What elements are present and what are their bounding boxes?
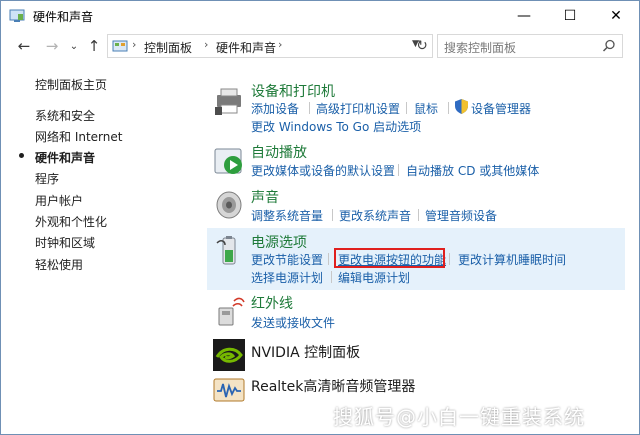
hardware-sound-icon xyxy=(9,9,25,22)
link-change-media-defaults[interactable]: 更改媒体或设备的默认设置 xyxy=(251,162,395,179)
category-nvidia: NVIDIA 控制面板 xyxy=(207,338,625,372)
link-separator xyxy=(406,102,407,114)
category-title-realtek[interactable]: Realtek高清晰音频管理器 xyxy=(251,376,415,396)
address-row: ← → ⌄ ↑ › 控制面板 › 硬件和声音 › ▼ ↻ 搜索控制面板 xyxy=(1,31,639,61)
breadcrumb-separator: › xyxy=(204,38,209,51)
left-nav-ease-of-access[interactable]: 轻松使用 xyxy=(35,256,83,273)
search-box[interactable]: 搜索控制面板 xyxy=(437,34,623,58)
infrared-icon xyxy=(218,297,245,326)
left-nav-network[interactable]: 网络和 Internet xyxy=(35,128,122,145)
link-manage-audio-devices[interactable]: 管理音频设备 xyxy=(425,207,497,224)
link-separator xyxy=(331,271,332,283)
breadcrumb-hardware-sound[interactable]: 硬件和声音 xyxy=(216,39,276,56)
breadcrumb-separator: › xyxy=(278,38,283,51)
link-add-device[interactable]: 添加设备 xyxy=(251,100,299,117)
link-choose-power-plan[interactable]: 选择电源计划 xyxy=(251,269,323,286)
left-nav-clock-region[interactable]: 时钟和区域 xyxy=(35,234,95,251)
battery-icon xyxy=(216,236,236,265)
breadcrumb-control-panel[interactable]: 控制面板 xyxy=(144,39,192,56)
link-device-manager[interactable]: 设备管理器 xyxy=(471,100,531,117)
uac-shield-icon xyxy=(455,99,468,114)
forward-button[interactable]: → xyxy=(41,35,63,57)
left-navigation: 控制面板主页 系统和安全 网络和 Internet 硬件和声音 程序 用户帐户 … xyxy=(1,61,201,434)
title-bar[interactable]: 硬件和声音 — ☐ ✕ xyxy=(1,1,639,31)
category-title-autoplay[interactable]: 自动播放 xyxy=(251,142,307,162)
category-title-sound[interactable]: 声音 xyxy=(251,187,279,207)
annotation-highlight-box xyxy=(334,248,445,268)
link-separator xyxy=(332,209,333,221)
left-nav-home[interactable]: 控制面板主页 xyxy=(35,76,107,93)
category-title-infrared[interactable]: 红外线 xyxy=(251,293,293,313)
left-nav-user-accounts[interactable]: 用户帐户 xyxy=(35,192,83,209)
search-icon xyxy=(602,39,615,52)
minimize-button[interactable]: — xyxy=(501,1,547,31)
link-separator xyxy=(398,164,399,176)
link-autoplay-cd[interactable]: 自动播放 CD 或其他媒体 xyxy=(406,162,539,179)
category-title-devices[interactable]: 设备和打印机 xyxy=(251,81,335,101)
active-indicator xyxy=(19,153,24,158)
link-change-power-saving[interactable]: 更改节能设置 xyxy=(251,251,323,268)
link-separator xyxy=(449,253,450,265)
breadcrumb-separator: › xyxy=(132,38,137,51)
recent-locations-button[interactable]: ⌄ xyxy=(63,35,85,57)
speaker-icon xyxy=(216,191,242,219)
realtek-icon xyxy=(213,378,245,402)
link-separator xyxy=(418,209,419,221)
link-separator xyxy=(309,102,310,114)
link-change-system-sounds[interactable]: 更改系统声音 xyxy=(339,207,411,224)
link-separator xyxy=(448,102,449,114)
left-nav-hardware-sound[interactable]: 硬件和声音 xyxy=(35,149,95,166)
autoplay-icon xyxy=(214,148,242,174)
printer-icon xyxy=(215,88,241,115)
category-infrared: 红外线 发送或接收文件 xyxy=(207,293,625,333)
back-button[interactable]: ← xyxy=(13,35,35,57)
link-advanced-printer[interactable]: 高级打印机设置 xyxy=(316,100,400,117)
category-devices-printers: 设备和打印机 添加设备 高级打印机设置 鼠标 设备管理器 更改 Windows … xyxy=(207,77,625,135)
link-send-receive-files[interactable]: 发送或接收文件 xyxy=(251,314,335,331)
control-panel-window: 硬件和声音 — ☐ ✕ ← → ⌄ ↑ › 控制面板 › 硬件和声音 › ▼ ↻… xyxy=(0,0,640,435)
search-input[interactable]: 搜索控制面板 xyxy=(444,39,516,56)
category-autoplay: 自动播放 更改媒体或设备的默认设置 自动播放 CD 或其他媒体 xyxy=(207,139,625,181)
nvidia-icon xyxy=(213,339,245,371)
close-button[interactable]: ✕ xyxy=(593,1,639,31)
category-sound: 声音 调整系统音量 更改系统声音 管理音频设备 xyxy=(207,184,625,226)
maximize-button[interactable]: ☐ xyxy=(547,1,593,31)
category-title-nvidia[interactable]: NVIDIA 控制面板 xyxy=(251,342,360,362)
left-nav-system-security[interactable]: 系统和安全 xyxy=(35,107,95,124)
link-windows-to-go[interactable]: 更改 Windows To Go 启动选项 xyxy=(251,118,421,135)
link-edit-power-plan[interactable]: 编辑电源计划 xyxy=(338,269,410,286)
link-separator xyxy=(328,253,329,265)
address-bar[interactable]: › 控制面板 › 硬件和声音 › ▼ xyxy=(107,34,433,58)
up-button[interactable]: ↑ xyxy=(83,35,105,57)
left-nav-programs[interactable]: 程序 xyxy=(35,170,59,187)
link-change-sleep-time[interactable]: 更改计算机睡眠时间 xyxy=(458,251,566,268)
control-panel-icon xyxy=(112,40,128,52)
watermark-text: 搜狐号@小白一键重装系统 xyxy=(333,405,585,429)
refresh-button[interactable]: ↻ xyxy=(411,35,433,57)
category-title-power[interactable]: 电源选项 xyxy=(251,232,307,252)
link-mouse[interactable]: 鼠标 xyxy=(414,100,438,117)
window-title: 硬件和声音 xyxy=(33,10,94,24)
link-adjust-volume[interactable]: 调整系统音量 xyxy=(251,207,323,224)
left-nav-appearance[interactable]: 外观和个性化 xyxy=(35,213,107,230)
